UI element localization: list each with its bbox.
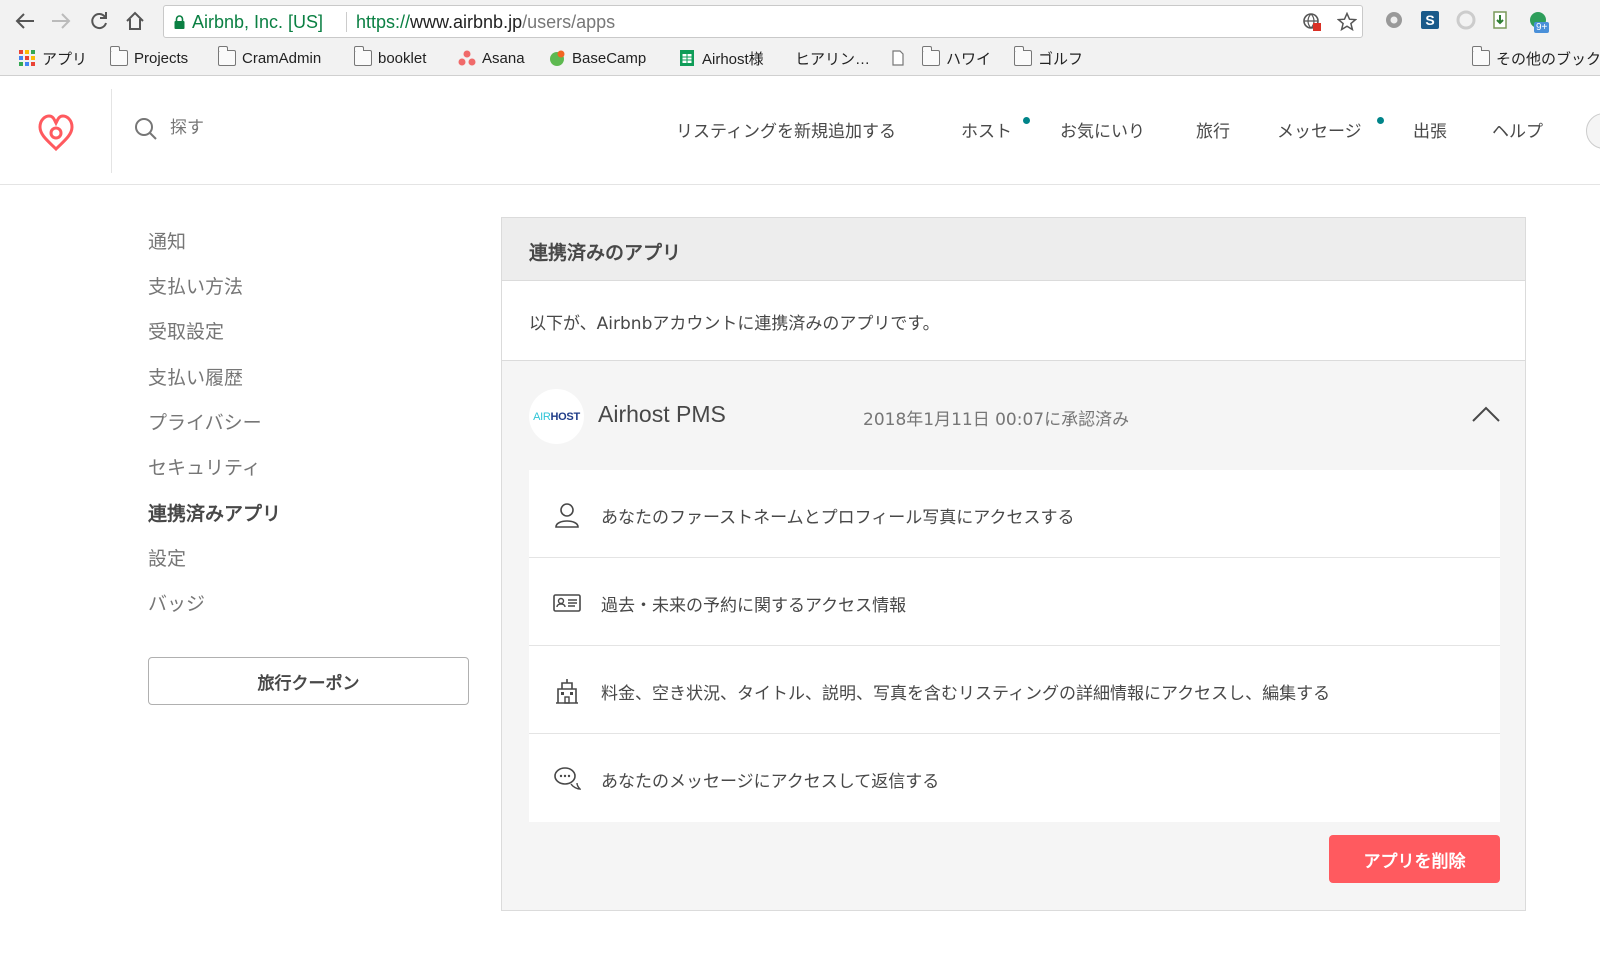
panel-description: 以下が、Airbnbアカウントに連携済みのアプリです。	[529, 314, 940, 334]
disabled-extension-icon[interactable]	[1456, 10, 1476, 30]
user-icon	[555, 503, 579, 528]
permission-text: 料金、空き状況、タイトル、説明、写真を含むリスティングの詳細情報にアクセスし、編…	[601, 684, 1331, 704]
download-extension-icon[interactable]	[1491, 10, 1511, 30]
panel-title: 連携済みのアプリ	[529, 242, 682, 264]
nav-add-listing[interactable]: リスティングを新規追加する	[676, 117, 896, 142]
nav-messages[interactable]: メッセージ	[1277, 117, 1362, 142]
travel-coupon-button[interactable]: 旅行クーポン	[148, 657, 469, 705]
permission-text: あなたのメッセージにアクセスして返信する	[601, 772, 940, 792]
bookmark-blank-page[interactable]	[889, 47, 913, 69]
url-separator	[346, 12, 347, 32]
nav-help[interactable]: ヘルプ	[1492, 117, 1543, 142]
bookmark-asana[interactable]: Asana	[458, 47, 525, 69]
sidebar-item-security[interactable]: セキュリティ	[148, 453, 261, 480]
bookmark-airhost[interactable]: Airhost様	[678, 47, 764, 69]
spreadsheet-icon	[680, 50, 694, 66]
bookmarks-bar: アプリ Projects CramAdmin booklet Asana Bas…	[0, 42, 1600, 76]
settings-gear-icon[interactable]	[1384, 10, 1404, 30]
bookmark-projects[interactable]: Projects	[109, 46, 188, 69]
folder-icon	[109, 46, 128, 66]
messages-notification-dot	[1377, 117, 1384, 124]
search-input[interactable]	[170, 113, 470, 143]
bookmark-star-icon[interactable]	[1337, 12, 1357, 32]
building-icon	[556, 679, 578, 704]
sidebar-item-payout-settings[interactable]: 受取設定	[148, 317, 224, 344]
back-arrow-icon[interactable]	[12, 8, 38, 34]
connected-apps-panel: 連携済みのアプリ 以下が、Airbnbアカウントに連携済みのアプリです。 AIR…	[501, 217, 1526, 911]
app-approved-date: 2018年1月11日 00:07に承認済み	[863, 410, 1130, 430]
app-logo: AIR HOST	[529, 389, 584, 444]
lock-icon	[174, 15, 185, 29]
forward-arrow-icon[interactable]	[48, 8, 74, 34]
folder-icon	[921, 46, 940, 66]
apps-grid-icon	[19, 50, 35, 66]
header-divider	[111, 89, 112, 173]
nav-host[interactable]: ホスト	[961, 117, 1012, 142]
nav-business-travel[interactable]: 出張	[1413, 117, 1447, 142]
remove-app-button[interactable]: アプリを削除	[1329, 835, 1500, 883]
list-item: 料金、空き状況、タイトル、説明、写真を含むリスティングの詳細情報にアクセスし、編…	[529, 646, 1500, 734]
extension-badge: 9+	[1534, 22, 1550, 33]
site-identity: Airbnb, Inc. [US]	[192, 12, 324, 32]
folder-icon	[1013, 46, 1032, 66]
bookmark-apps[interactable]: アプリ	[18, 47, 87, 69]
basecamp-icon	[550, 50, 565, 66]
url-text[interactable]: https://www.airbnb.jp/users/apps	[356, 12, 615, 33]
notification-extension-icon[interactable]: 9+	[1528, 10, 1558, 33]
list-item: あなたのファーストネームとプロフィール写真にアクセスする	[529, 470, 1500, 558]
bookmark-booklet[interactable]: booklet	[353, 46, 426, 69]
panel-description-row: 以下が、Airbnbアカウントに連携済みのアプリです。	[502, 281, 1525, 361]
sidebar-item-privacy[interactable]: プライバシー	[148, 408, 262, 435]
list-item: あなたのメッセージにアクセスして返信する	[529, 734, 1500, 822]
permission-text: あなたのファーストネームとプロフィール写真にアクセスする	[601, 508, 1075, 528]
nav-trips[interactable]: 旅行	[1196, 117, 1230, 142]
bookmark-cramadmin[interactable]: CramAdmin	[217, 46, 321, 69]
sidebar-item-connected-apps[interactable]: 連携済みアプリ	[148, 499, 281, 526]
svg-text:S: S	[1425, 12, 1434, 28]
search-icon	[135, 118, 157, 140]
bookmark-hearing[interactable]: ヒアリン…	[795, 47, 870, 69]
id-card-icon	[553, 594, 581, 612]
folder-icon	[1471, 46, 1490, 66]
site-header: リスティングを新規追加する ホスト お気にいり 旅行 メッセージ 出張 ヘルプ	[0, 77, 1600, 185]
avatar[interactable]	[1586, 113, 1600, 149]
address-bar[interactable]: Airbnb, Inc. [US] https://www.airbnb.jp/…	[163, 5, 1363, 38]
translate-icon[interactable]	[1302, 12, 1322, 32]
home-icon[interactable]	[122, 8, 148, 34]
sidebar-item-payment-methods[interactable]: 支払い方法	[148, 272, 243, 299]
sidebar-item-settings[interactable]: 設定	[148, 544, 186, 571]
page-icon	[892, 50, 904, 66]
permission-text: 過去・未来の予約に関するアクセス情報	[601, 596, 907, 616]
sidebar-item-notifications[interactable]: 通知	[148, 227, 186, 254]
sidebar-item-transaction-history[interactable]: 支払い履歴	[148, 363, 243, 390]
bookmark-basecamp[interactable]: BaseCamp	[548, 47, 646, 69]
airbnb-logo-icon[interactable]	[36, 111, 76, 155]
s-extension-icon[interactable]: S	[1420, 10, 1440, 30]
chat-bubble-icon	[554, 767, 581, 790]
panel-header: 連携済みのアプリ	[502, 218, 1525, 281]
browser-toolbar: Airbnb, Inc. [US] https://www.airbnb.jp/…	[0, 0, 1600, 42]
folder-icon	[353, 46, 372, 66]
app-name: Airhost PMS	[598, 401, 726, 427]
bookmark-other[interactable]: その他のブック	[1471, 46, 1600, 69]
permission-list: あなたのファーストネームとプロフィール写真にアクセスする 過去・未来の予約に関す…	[529, 470, 1500, 822]
asana-icon	[458, 50, 476, 66]
list-item: 過去・未来の予約に関するアクセス情報	[529, 558, 1500, 646]
nav-favorites[interactable]: お気にいり	[1060, 117, 1145, 142]
bookmark-golf[interactable]: ゴルフ	[1013, 46, 1083, 69]
chevron-up-icon[interactable]	[1471, 404, 1501, 424]
sidebar-item-badges[interactable]: バッジ	[148, 589, 205, 616]
folder-icon	[217, 46, 236, 66]
bookmark-hawaii[interactable]: ハワイ	[921, 46, 991, 69]
host-notification-dot	[1023, 117, 1030, 124]
reload-icon[interactable]	[86, 8, 112, 34]
